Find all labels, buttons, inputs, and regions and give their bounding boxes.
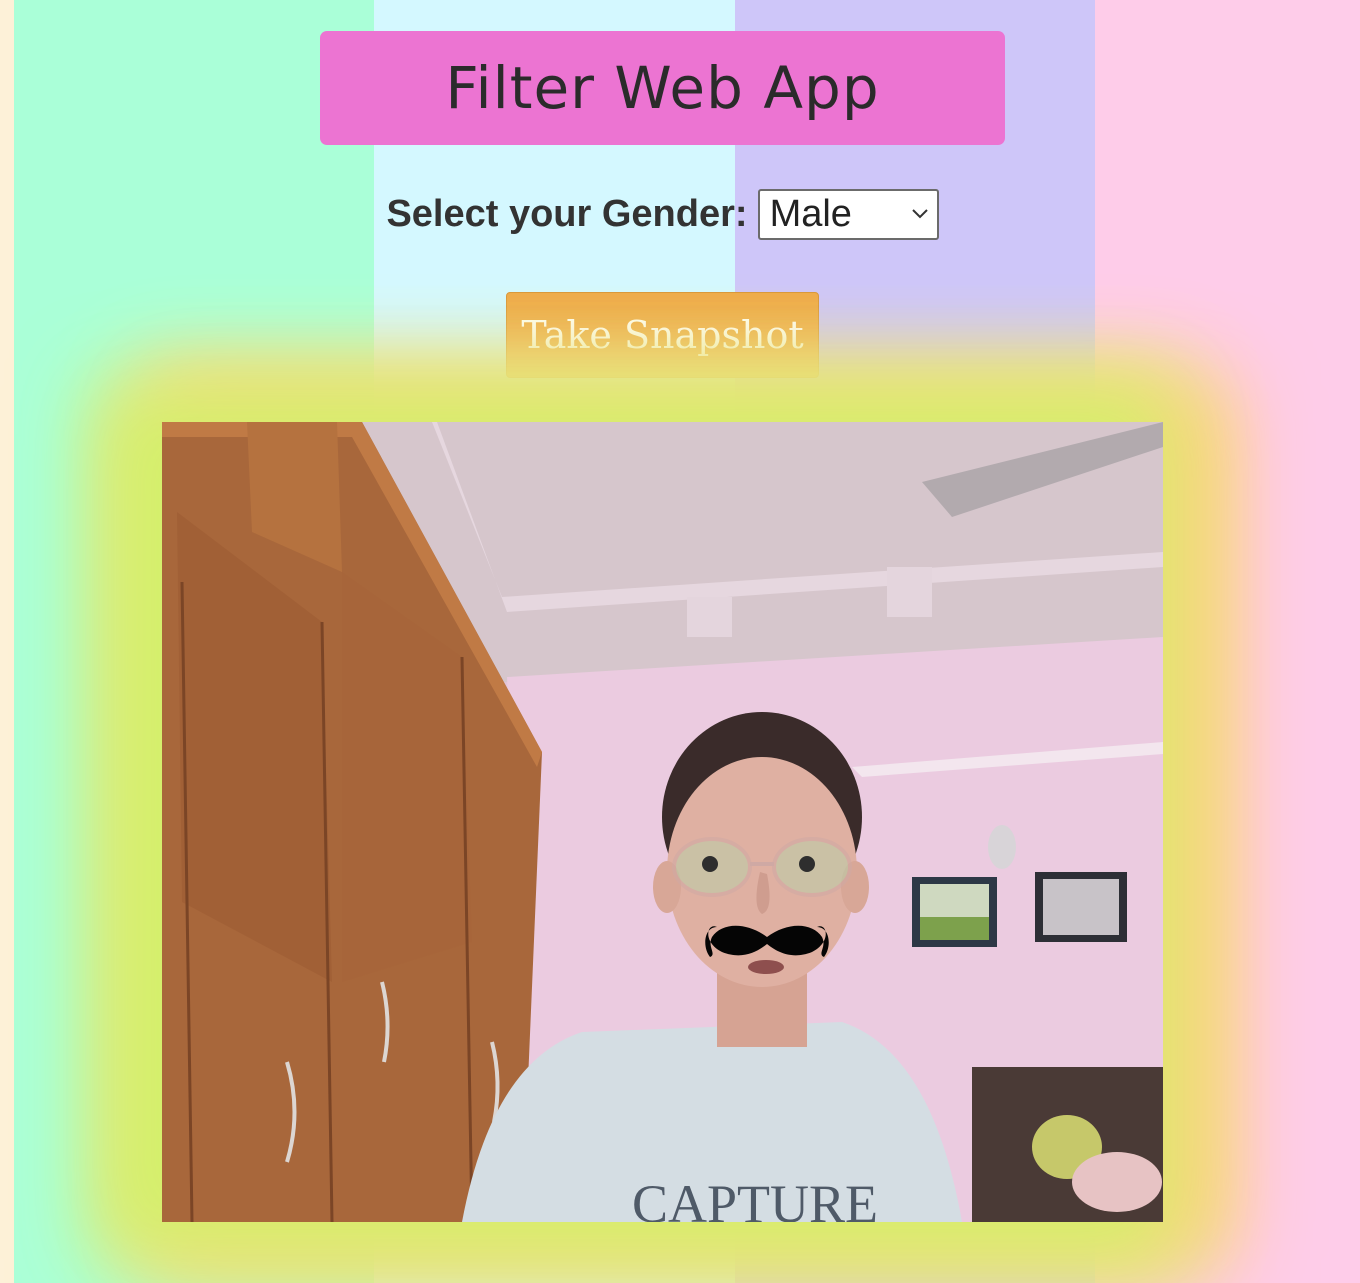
chevron-down-icon (911, 205, 929, 223)
webcam-video: CAPTURE (162, 422, 1163, 1222)
webcam-scene: CAPTURE (162, 422, 1163, 1222)
app-title: Filter Web App (445, 54, 880, 122)
app-title-banner: Filter Web App (320, 31, 1005, 145)
gender-select[interactable]: Male (757, 188, 939, 240)
take-snapshot-button[interactable]: Take Snapshot (506, 292, 819, 378)
gender-select-value: Male (769, 192, 852, 235)
gender-row: Select your Gender: Male (0, 188, 1325, 240)
svg-text:CAPTURE: CAPTURE (632, 1174, 878, 1222)
gender-label: Select your Gender: (386, 192, 748, 235)
